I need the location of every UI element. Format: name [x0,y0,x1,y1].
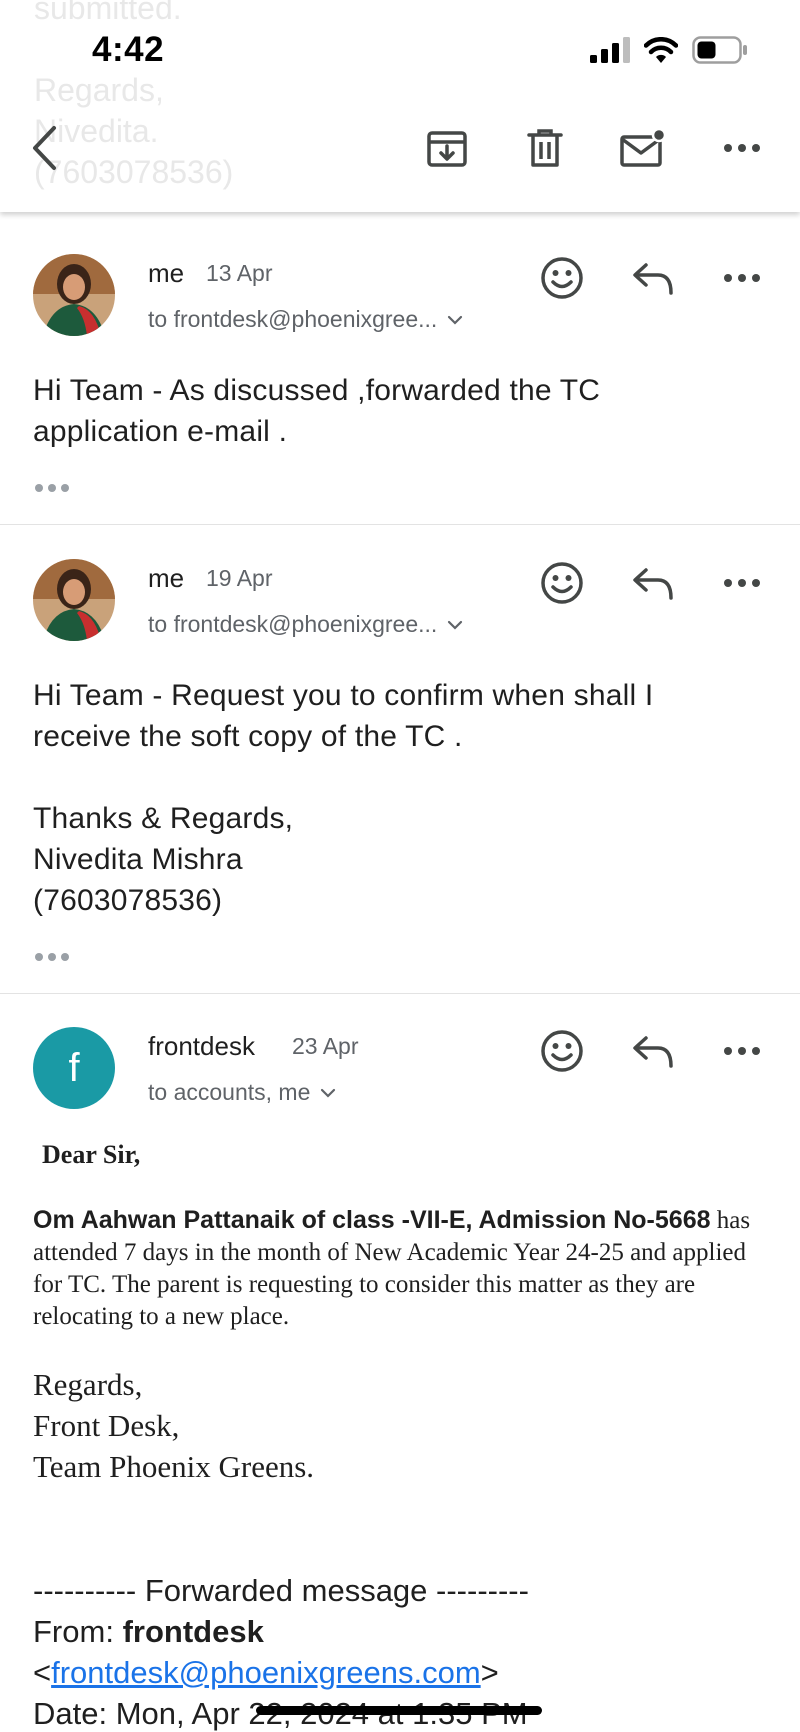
divider [0,993,800,994]
more-horizontal-icon [724,144,760,152]
avatar[interactable] [33,254,115,336]
chevron-left-icon [33,126,56,170]
reply-icon [633,568,673,600]
top-app-bar: submitted. Regards, Nivedita. (760307853… [0,0,800,212]
recipients-text: to accounts, me [148,1079,311,1105]
message-body: Hi Team - Request you to confirm when sh… [33,679,654,917]
react-button[interactable] [534,1023,590,1079]
forwarded-from: From: frontdesk [33,1611,264,1652]
message-more-button[interactable] [714,250,770,306]
reply-icon [633,1036,673,1068]
more-horizontal-icon [724,1047,760,1055]
message-more-button[interactable] [714,555,770,611]
message-date: 23 Apr [292,1033,359,1059]
emoji-icon [541,562,583,604]
reply-button[interactable] [625,250,681,306]
react-button[interactable] [534,250,590,306]
sender-name: me [148,258,185,288]
from-email-link[interactable]: frontdesk@phoenixgreens.com [51,1655,481,1690]
react-button[interactable] [534,555,590,611]
student-details: Om Aahwan Pattanaik of class -VII-E, Adm… [33,1206,711,1234]
wifi-icon [644,37,678,63]
email-signature: Regards, Front Desk, Team Phoenix Greens… [33,1364,314,1487]
avatar-letter: f [68,1045,80,1090]
chevron-down-icon [448,620,463,630]
forwarded-header: ---------- Forwarded message --------- [33,1573,529,1608]
recipients-toggle[interactable]: to frontdesk@phoenixgree... [148,306,463,333]
reply-button[interactable] [625,555,681,611]
recipients-toggle[interactable]: to accounts, me [148,1079,336,1106]
sender-name: frontdesk [148,1031,255,1061]
back-button[interactable] [14,118,74,178]
cellular-signal-icon [590,37,630,63]
email-greeting: Dear Sir, [42,1140,141,1169]
more-horizontal-icon [724,579,760,587]
emoji-icon [541,257,583,299]
recipients-text: to frontdesk@phoenixgree... [148,306,438,332]
forwarded-email-line: <frontdesk@phoenixgreens.com> [33,1655,499,1690]
message-date: 13 Apr [206,260,273,286]
signature-line: Team Phoenix Greens. [33,1449,315,1484]
signature-line: Regards, [33,1367,143,1402]
status-icons [590,36,748,64]
chevron-down-icon [321,1088,336,1098]
archive-icon [427,131,467,167]
message-date: 19 Apr [206,565,273,591]
profile-photo [33,254,115,336]
from-name: frontdesk [122,1614,264,1649]
profile-photo [33,559,115,641]
avatar[interactable]: f [33,1027,115,1109]
email-paragraph: Om Aahwan Pattanaik of class -VII-E, Adm… [33,1204,753,1333]
chevron-down-icon [448,315,463,325]
redaction-mark [256,1706,542,1715]
trash-icon [527,129,563,167]
message-more-button[interactable] [714,1023,770,1079]
reply-icon [633,263,673,295]
delete-button[interactable] [515,118,575,178]
show-trimmed-content-button[interactable] [35,953,69,961]
avatar[interactable] [33,559,115,641]
recipients-text: to frontdesk@phoenixgree... [148,611,438,637]
status-time: 4:42 [92,30,165,69]
archive-button[interactable] [417,118,477,178]
message-body: Hi Team - As discussed ,forwarded the TC… [33,374,601,448]
signature-line: Front Desk, [33,1408,180,1443]
battery-icon [692,36,747,64]
show-trimmed-content-button[interactable] [35,484,69,492]
emoji-icon [541,1030,583,1072]
mail-unread-icon [620,128,667,167]
divider [0,524,800,525]
reply-button[interactable] [625,1023,681,1079]
sender-name: me [148,563,185,593]
recipients-toggle[interactable]: to frontdesk@phoenixgree... [148,611,463,638]
mark-unread-button[interactable] [613,118,673,178]
more-options-button[interactable] [712,118,772,178]
from-label: From: [33,1614,123,1649]
more-horizontal-icon [724,274,760,282]
